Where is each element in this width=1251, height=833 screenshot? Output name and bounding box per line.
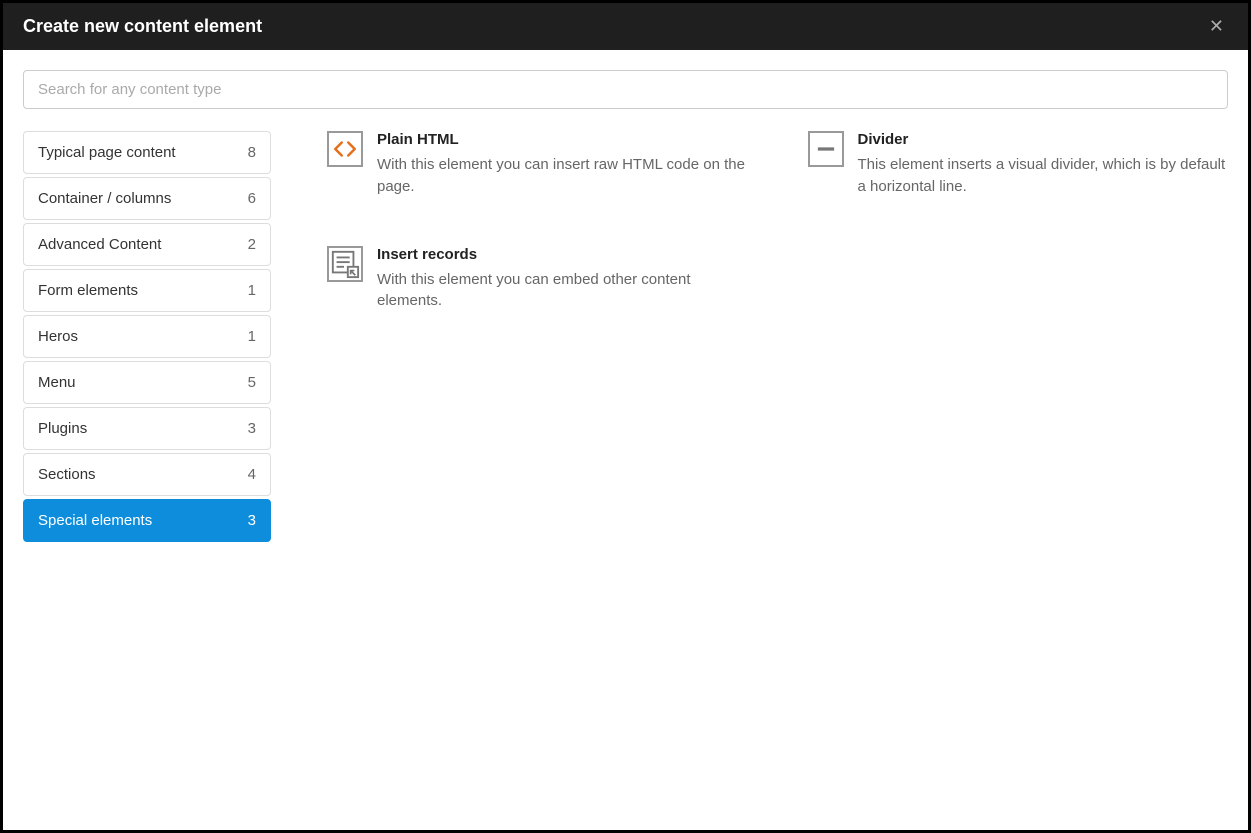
modal-header: Create new content element ✕ [3, 3, 1248, 50]
search-input[interactable] [23, 70, 1228, 109]
sidebar-item-count: 6 [248, 190, 256, 207]
element-title: Insert records [377, 246, 748, 263]
element-item-plain-html[interactable]: Plain HTML With this element you can inse… [327, 131, 748, 198]
sidebar-item-count: 8 [248, 144, 256, 161]
sidebar-item-count: 5 [248, 374, 256, 391]
sidebar-item-plugins[interactable]: Plugins 3 [23, 407, 271, 450]
sidebar-item-container-columns[interactable]: Container / columns 6 [23, 177, 271, 220]
sidebar-item-label: Advanced Content [38, 236, 161, 253]
modal: Create new content element ✕ Typical pag… [3, 3, 1248, 830]
sidebar-item-count: 1 [248, 282, 256, 299]
records-icon [327, 246, 363, 282]
divider-icon [808, 131, 844, 167]
sidebar-item-form-elements[interactable]: Form elements 1 [23, 269, 271, 312]
close-button[interactable]: ✕ [1205, 16, 1228, 37]
sidebar-item-special-elements[interactable]: Special elements 3 [23, 499, 271, 542]
sidebar-item-menu[interactable]: Menu 5 [23, 361, 271, 404]
element-item-divider[interactable]: Divider This element inserts a visual div… [808, 131, 1229, 198]
sidebar-item-label: Typical page content [38, 144, 176, 161]
sidebar-item-label: Plugins [38, 420, 87, 437]
sidebar-item-typical-page-content[interactable]: Typical page content 8 [23, 131, 271, 174]
sidebar-item-label: Container / columns [38, 190, 171, 207]
sidebar-item-count: 2 [248, 236, 256, 253]
sidebar: Typical page content 8 Container / columns… [23, 131, 271, 545]
sidebar-item-count: 1 [248, 328, 256, 345]
element-grid: Plain HTML With this element you can inse… [327, 131, 1228, 312]
element-desc: With this element you can insert raw HTM… [377, 154, 748, 198]
element-title: Divider [858, 131, 1229, 148]
close-icon: ✕ [1209, 16, 1224, 36]
sidebar-item-label: Sections [38, 466, 96, 483]
content-columns: Typical page content 8 Container / columns… [23, 131, 1228, 545]
sidebar-item-sections[interactable]: Sections 4 [23, 453, 271, 496]
sidebar-item-label: Heros [38, 328, 78, 345]
element-title: Plain HTML [377, 131, 748, 148]
element-item-insert-records[interactable]: Insert records With this element you can … [327, 246, 748, 313]
sidebar-item-count: 4 [248, 466, 256, 483]
sidebar-item-count: 3 [248, 512, 256, 529]
sidebar-item-label: Menu [38, 374, 76, 391]
html-icon [327, 131, 363, 167]
sidebar-item-heros[interactable]: Heros 1 [23, 315, 271, 358]
sidebar-item-label: Special elements [38, 512, 152, 529]
sidebar-item-advanced-content[interactable]: Advanced Content 2 [23, 223, 271, 266]
sidebar-item-label: Form elements [38, 282, 138, 299]
sidebar-item-count: 3 [248, 420, 256, 437]
modal-title: Create new content element [23, 16, 262, 37]
modal-body: Typical page content 8 Container / columns… [3, 50, 1248, 830]
element-desc: This element inserts a visual divider, w… [858, 154, 1229, 198]
element-desc: With this element you can embed other co… [377, 269, 748, 313]
